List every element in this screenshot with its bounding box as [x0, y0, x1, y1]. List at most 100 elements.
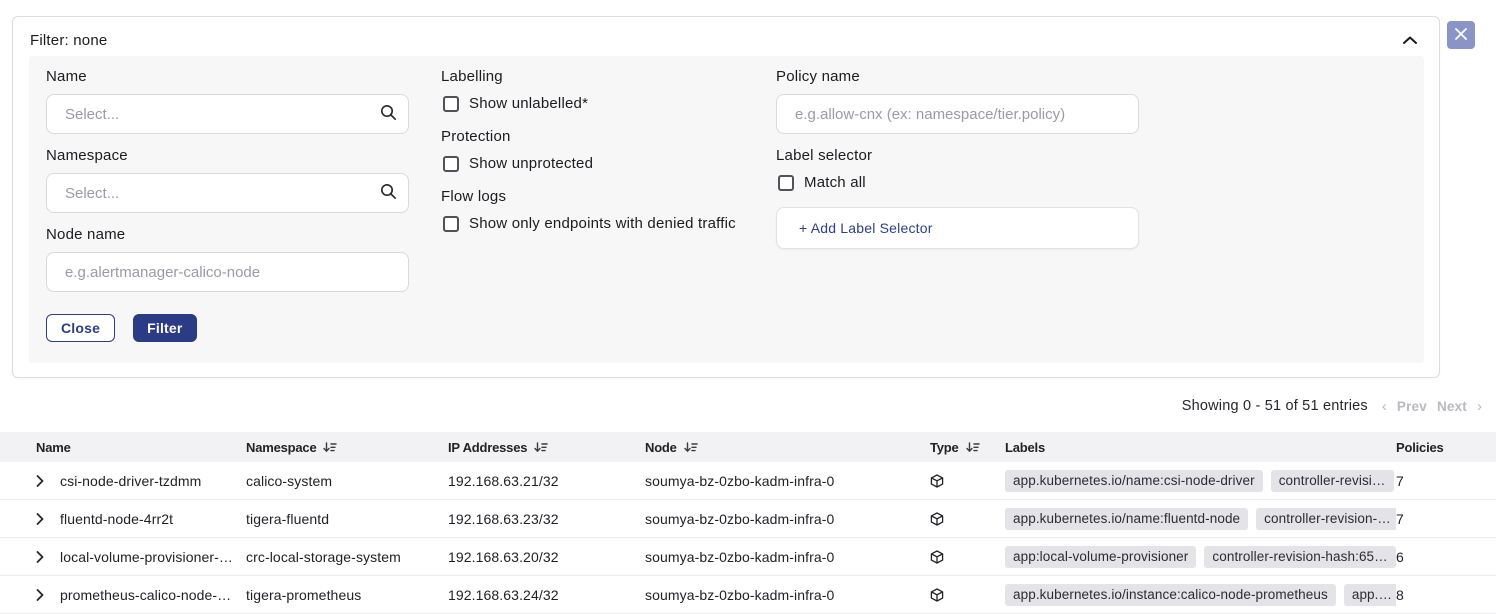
- next-arrow-icon[interactable]: ›: [1477, 399, 1482, 414]
- filter-button[interactable]: Filter: [133, 314, 196, 342]
- filter-panel: Filter: none Name Namespace: [12, 16, 1440, 378]
- label-chip: controller-revisi…: [1271, 470, 1394, 492]
- expand-row-button[interactable]: [36, 513, 60, 525]
- endpoint-ip: 192.168.63.23/32: [448, 511, 645, 527]
- sort-icon[interactable]: [684, 442, 698, 453]
- workload-endpoint-icon: [930, 550, 1005, 564]
- endpoint-node: soumya-bz-0zbo-kadm-infra-0: [645, 587, 930, 603]
- filter-actions: Close Filter: [46, 314, 409, 342]
- collapse-filter-button[interactable]: [1399, 29, 1421, 51]
- denied-traffic-label: Show only endpoints with denied traffic: [469, 215, 736, 232]
- pagination-bar: Showing 0 - 51 of 51 entries ‹ Prev Next…: [1182, 398, 1482, 414]
- prev-page-button[interactable]: Prev: [1397, 399, 1427, 414]
- endpoint-namespace: crc-local-storage-system: [246, 549, 448, 565]
- label-chip: app.kubernetes.io/name:csi-node-driver: [1005, 470, 1263, 492]
- endpoint-node: soumya-bz-0zbo-kadm-infra-0: [645, 473, 930, 489]
- add-label-selector-button[interactable]: + Add Label Selector: [776, 207, 1139, 249]
- close-icon: [1455, 28, 1467, 43]
- endpoints-page: Filter: none Name Namespace: [0, 0, 1496, 603]
- column-header-namespace[interactable]: Namespace: [246, 440, 448, 455]
- policy-name-field-label: Policy name: [776, 68, 1139, 85]
- column-header-name[interactable]: Name: [36, 440, 246, 455]
- endpoint-labels: app.kubernetes.io/instance:calico-node-p…: [1005, 584, 1396, 606]
- workload-endpoint-icon: [930, 512, 1005, 526]
- column-header-type[interactable]: Type: [930, 440, 1005, 455]
- column-header-labels[interactable]: Labels: [1005, 440, 1396, 455]
- chevron-up-icon: [1403, 36, 1417, 45]
- next-page-button[interactable]: Next: [1437, 399, 1467, 414]
- entries-summary: Showing 0 - 51 of 51 entries: [1182, 398, 1368, 414]
- search-icon: [380, 183, 397, 205]
- match-all-checkbox[interactable]: [778, 175, 794, 191]
- label-chip: app.kubernetes.io/instance:calico-node-p…: [1005, 584, 1336, 606]
- show-unlabelled-checkbox[interactable]: [443, 96, 459, 112]
- flow-logs-section-label: Flow logs: [441, 188, 786, 205]
- node-name-input[interactable]: [46, 252, 409, 292]
- dismiss-filter-button[interactable]: [1447, 21, 1475, 49]
- pager: ‹ Prev Next ›: [1382, 399, 1482, 414]
- table-row: prometheus-calico-node-… tigera-promethe…: [0, 576, 1496, 614]
- filter-title: Filter: none: [30, 32, 107, 49]
- table-row: csi-node-driver-tzdmm calico-system 192.…: [0, 462, 1496, 500]
- sort-icon[interactable]: [323, 442, 337, 453]
- show-unlabelled-label: Show unlabelled*: [469, 95, 588, 112]
- show-unprotected-checkbox[interactable]: [443, 156, 459, 172]
- endpoint-name: local-volume-provisioner-…: [60, 549, 246, 565]
- table-row: local-volume-provisioner-… crc-local-sto…: [0, 538, 1496, 576]
- expand-row-button[interactable]: [36, 551, 60, 563]
- label-chip: controller-revision-hash:65…: [1204, 546, 1395, 568]
- endpoint-ip: 192.168.63.24/32: [448, 587, 645, 603]
- filter-panel-header: Filter: none: [13, 17, 1439, 59]
- chevron-right-icon: [36, 475, 44, 487]
- workload-endpoint-icon: [930, 474, 1005, 488]
- endpoint-namespace: tigera-prometheus: [246, 587, 448, 603]
- column-header-ip-addresses[interactable]: IP Addresses: [448, 440, 645, 455]
- chevron-right-icon: [36, 513, 44, 525]
- protection-section-label: Protection: [441, 128, 786, 145]
- endpoint-name: prometheus-calico-node-…: [60, 587, 246, 603]
- chevron-right-icon: [36, 551, 44, 563]
- endpoint-name: fluentd-node-4rr2t: [60, 511, 246, 527]
- table-header-row: Name Namespace IP Addresses Node Type La…: [0, 432, 1496, 462]
- column-header-policies[interactable]: Policies: [1396, 440, 1496, 455]
- namespace-select-input[interactable]: [46, 173, 409, 213]
- endpoint-policies-count: 7: [1396, 473, 1496, 489]
- endpoint-labels: app.kubernetes.io/name:fluentd-node cont…: [1005, 508, 1396, 530]
- sort-icon[interactable]: [534, 442, 548, 453]
- endpoint-ip: 192.168.63.20/32: [448, 549, 645, 565]
- endpoint-name: csi-node-driver-tzdmm: [60, 473, 246, 489]
- endpoint-ip: 192.168.63.21/32: [448, 473, 645, 489]
- label-chip: controller-revision-…: [1256, 508, 1396, 530]
- endpoint-labels: app.kubernetes.io/name:csi-node-driver c…: [1005, 470, 1396, 492]
- endpoints-table: Name Namespace IP Addresses Node Type La…: [0, 432, 1496, 614]
- endpoint-namespace: tigera-fluentd: [246, 511, 448, 527]
- endpoint-node: soumya-bz-0zbo-kadm-infra-0: [645, 511, 930, 527]
- label-chip: app.…: [1344, 584, 1396, 606]
- denied-traffic-checkbox[interactable]: [443, 216, 459, 232]
- node-name-field-label: Node name: [46, 226, 409, 243]
- chevron-right-icon: [36, 589, 44, 601]
- close-button[interactable]: Close: [46, 314, 115, 342]
- endpoint-policies-count: 6: [1396, 549, 1496, 565]
- filter-form: Name Namespace Node name: [29, 56, 1424, 363]
- prev-arrow-icon[interactable]: ‹: [1382, 399, 1387, 414]
- sort-icon[interactable]: [966, 442, 980, 453]
- filter-column-middle: Labelling Show unlabelled* Protection Sh…: [441, 68, 786, 248]
- endpoint-labels: app:local-volume-provisioner controller-…: [1005, 546, 1396, 568]
- policy-name-input[interactable]: [776, 94, 1139, 134]
- expand-row-button[interactable]: [36, 589, 60, 601]
- endpoint-policies-count: 7: [1396, 511, 1496, 527]
- expand-row-button[interactable]: [36, 475, 60, 487]
- endpoint-node: soumya-bz-0zbo-kadm-infra-0: [645, 549, 930, 565]
- label-selector-section-label: Label selector: [776, 147, 1139, 164]
- namespace-field-label: Namespace: [46, 147, 409, 164]
- column-header-node[interactable]: Node: [645, 440, 930, 455]
- search-icon: [380, 104, 397, 126]
- filter-column-right: Policy name Label selector Match all + A…: [776, 68, 1139, 249]
- endpoint-namespace: calico-system: [246, 473, 448, 489]
- name-select-input[interactable]: [46, 94, 409, 134]
- filter-column-left: Name Namespace Node name: [46, 68, 409, 342]
- table-row: fluentd-node-4rr2t tigera-fluentd 192.16…: [0, 500, 1496, 538]
- workload-endpoint-icon: [930, 588, 1005, 602]
- labelling-section-label: Labelling: [441, 68, 786, 85]
